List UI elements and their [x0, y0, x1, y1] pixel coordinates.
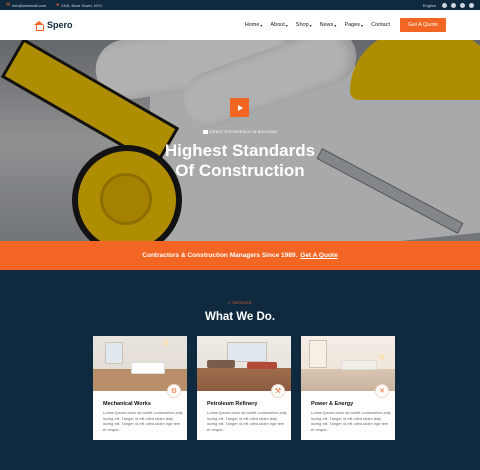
service-image: [93, 336, 187, 391]
logo[interactable]: Spero: [34, 20, 73, 31]
sofa-illustration: [207, 360, 235, 368]
hero-title-line2: Of Construction: [175, 161, 305, 180]
nav-pages-label: Pages: [344, 22, 361, 28]
email-text: info@webmail.com: [12, 2, 47, 8]
location-pin-icon: ●: [56, 2, 60, 8]
band-text: Contractors & Construction Managers Sinc…: [142, 252, 298, 259]
sofa-illustration: [247, 362, 277, 369]
house-logo-icon: [34, 20, 44, 31]
service-title[interactable]: Petroleum Refinery: [207, 401, 257, 407]
service-card[interactable]: ⚙ Mechanical Works Lorem ipsum dolor sit…: [93, 336, 187, 440]
chevron-down-icon: ▾: [260, 22, 263, 28]
service-card[interactable]: ✕ Power & Energy Lorem ipsum dolor sit a…: [301, 336, 395, 440]
nav-about-label: About: [270, 22, 285, 28]
service-desc: Lorem ipsum dolor sit amett consectetur …: [207, 410, 287, 432]
tools-icon: ⚒: [271, 384, 285, 398]
cta-band: Contractors & Construction Managers Sinc…: [0, 241, 480, 270]
ceiling-fan-illustration: [163, 340, 169, 346]
service-image: [197, 336, 291, 391]
facebook-icon[interactable]: [442, 2, 447, 8]
nav-contact-label: Contact: [371, 22, 391, 28]
get-a-quote-button[interactable]: Get A Quote: [400, 18, 446, 32]
service-cards: ⚙ Mechanical Works Lorem ipsum dolor sit…: [93, 336, 395, 440]
lamp-illustration: [379, 354, 385, 360]
nav-contact[interactable]: Contact: [371, 22, 390, 28]
top-bar: ✉ info@webmail.com ● 24/A, Near Tower, N…: [0, 0, 480, 10]
service-title[interactable]: Mechanical Works: [103, 401, 151, 407]
nav-shop[interactable]: Shop ▾: [296, 22, 312, 28]
wrench-icon: ✕: [375, 384, 389, 398]
chevron-down-icon: ▾: [309, 22, 312, 28]
band-quote-link[interactable]: Get A Quote: [300, 252, 337, 259]
door-illustration: [309, 340, 327, 368]
hero-banner: GREAT EXPERIENCE IN BUILDING Highest Sta…: [0, 40, 480, 241]
hero-title-line1: Highest Standards: [164, 141, 316, 160]
nav-news-label: News: [319, 22, 334, 28]
topbar-right: English: [423, 2, 474, 8]
service-image: [301, 336, 395, 391]
nav-home[interactable]: Home ▾: [245, 22, 263, 28]
site-header: Spero Home ▾ About ▾ Shop ▾ News ▾ Pages ▾ Co…: [0, 10, 480, 40]
bed-illustration: [341, 360, 377, 370]
address-contact: ● 24/A, Near Tower, NYC: [56, 2, 102, 8]
section-kicker: // SERVICE: [228, 300, 252, 305]
bed-illustration: [131, 362, 165, 374]
hero-kicker-text: GREAT EXPERIENCE IN BUILDING: [209, 130, 278, 134]
hero-kicker: GREAT EXPERIENCE IN BUILDING: [0, 130, 480, 134]
brand-name: Spero: [47, 20, 73, 30]
nav-pages[interactable]: Pages ▾: [344, 22, 363, 28]
window-illustration: [105, 342, 123, 364]
nav-news[interactable]: News ▾: [320, 22, 337, 28]
mail-icon: ✉: [6, 2, 11, 8]
tag-icon: [202, 130, 208, 134]
address-text: 24/A, Near Tower, NYC: [61, 2, 103, 8]
pinterest-icon[interactable]: [469, 2, 474, 8]
chevron-down-icon: ▾: [285, 22, 288, 28]
nav-home-label: Home: [244, 22, 260, 28]
chevron-down-icon: ▾: [334, 22, 337, 28]
nav-about[interactable]: About ▾: [270, 22, 287, 28]
service-desc: Lorem ipsum dolor sit amett consectetur …: [103, 410, 183, 432]
services-section: // SERVICE What We Do. ⚙ Mechanical Work…: [0, 270, 480, 470]
nav-shop-label: Shop: [295, 22, 309, 28]
service-desc: Lorem ipsum dolor sit amett consectetur …: [311, 410, 391, 432]
service-card[interactable]: ⚒ Petroleum Refinery Lorem ipsum dolor s…: [197, 336, 291, 440]
play-video-button[interactable]: [230, 98, 249, 117]
service-title[interactable]: Power & Energy: [311, 401, 353, 407]
twitter-icon[interactable]: [451, 2, 456, 8]
main-nav: Home ▾ About ▾ Shop ▾ News ▾ Pages ▾ Contact: [245, 22, 390, 28]
gears-icon: ⚙: [167, 384, 181, 398]
email-contact[interactable]: ✉ info@webmail.com: [6, 2, 46, 8]
vimeo-icon[interactable]: [460, 2, 465, 8]
chevron-down-icon: ▾: [361, 22, 364, 28]
section-title: What We Do.: [204, 311, 276, 323]
language-selector[interactable]: English: [423, 3, 436, 8]
window-illustration: [227, 342, 267, 362]
